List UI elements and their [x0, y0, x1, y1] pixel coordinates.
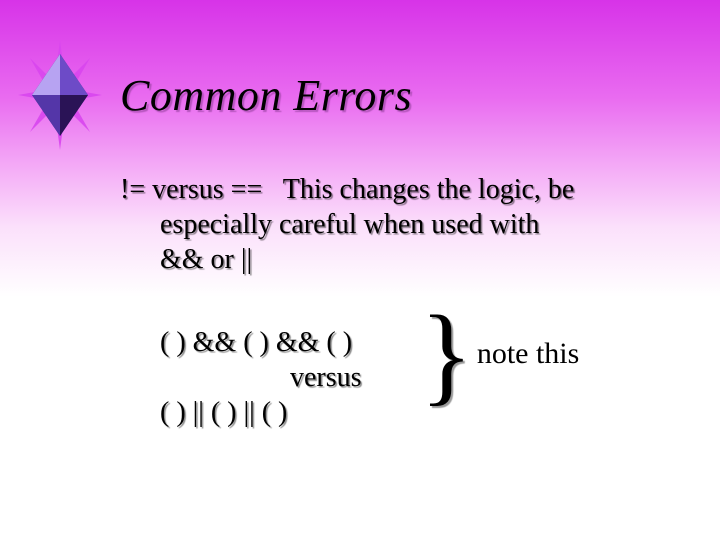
- example-and-line: ( ) && ( ) && ( ): [160, 325, 660, 360]
- diamond-icon: [0, 40, 120, 150]
- body-content: != versus == This changes the logic, be …: [120, 172, 660, 430]
- slide-title: Common Errors: [120, 70, 412, 121]
- example-block: ( ) && ( ) && ( ) versus ( ) || ( ) || (…: [120, 325, 660, 430]
- para1-rest2: especially careful when used with: [120, 207, 660, 242]
- para1-rest1: This changes the logic, be: [283, 174, 575, 205]
- brace-icon: }: [420, 299, 473, 409]
- title-row: Common Errors: [0, 40, 720, 150]
- slide: Common Errors != versus == This changes …: [0, 0, 720, 540]
- example-or-line: ( ) || ( ) || ( ): [160, 395, 660, 430]
- para1-lead: != versus ==: [120, 174, 262, 205]
- brace-annotation: } note this: [420, 299, 579, 409]
- note-text: note this: [477, 335, 580, 373]
- paragraph-1: != versus == This changes the logic, be …: [120, 172, 660, 277]
- example-versus: versus: [160, 360, 660, 395]
- para1-rest3: && or ||: [120, 242, 660, 277]
